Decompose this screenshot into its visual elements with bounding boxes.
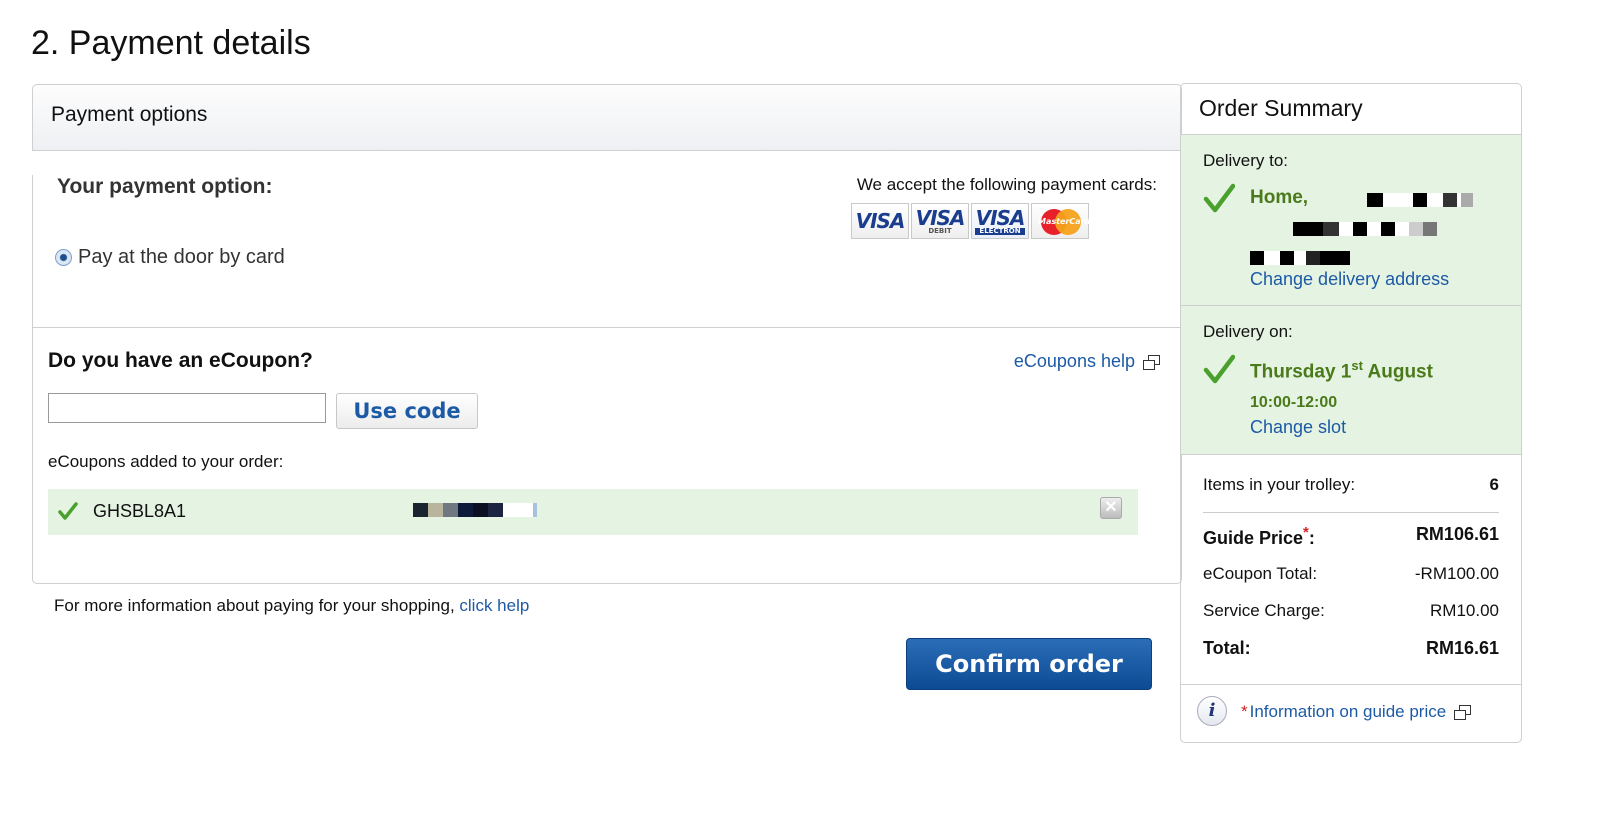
payment-option-section: Your payment option: Pay at the door by … — [33, 175, 1181, 328]
ecoupons-added-label: eCoupons added to your order: — [48, 452, 284, 471]
change-slot-link[interactable]: Change slot — [1250, 417, 1346, 438]
visa-electron-card-logo: VISA ELECTRON — [971, 203, 1029, 239]
delivery-to-label: Delivery to: — [1203, 151, 1289, 170]
divider — [1203, 512, 1499, 513]
applied-ecoupon-row: GHSBL8A1 ✕ — [48, 489, 1138, 535]
visa-card-logo: VISA — [851, 203, 909, 239]
remove-ecoupon-button[interactable]: ✕ — [1100, 497, 1122, 519]
payment-panel: Payment options Your payment option: Pay… — [32, 84, 1182, 584]
info-icon: i — [1197, 696, 1227, 726]
order-summary-panel: Order Summary Delivery to: Home, Change … — [1180, 83, 1522, 743]
confirm-order-button[interactable]: Confirm order — [906, 638, 1152, 690]
ecoupon-total-row: eCoupon Total: -RM100.00 — [1203, 564, 1499, 583]
applied-ecoupon-code: GHSBL8A1 — [93, 501, 187, 521]
pay-at-door-radio[interactable]: Pay at the door by card — [55, 246, 285, 269]
total-row: Total: RM16.61 — [1203, 638, 1499, 658]
items-in-trolley-row: Items in your trolley: 6 — [1203, 475, 1499, 494]
page-title: 2. Payment details — [31, 24, 311, 62]
redacted-coupon-description — [413, 503, 537, 517]
redacted-address-line — [1293, 222, 1437, 236]
guide-price-info-link[interactable]: * Information on guide price — [1241, 702, 1472, 722]
delivery-date: Thursday 1st August — [1250, 358, 1433, 383]
redacted-address-line — [1250, 251, 1350, 265]
delivery-address-box: Delivery to: Home, Change delivery addre… — [1181, 135, 1521, 306]
payment-options-header: Payment options — [33, 85, 1181, 151]
ecoupon-title: Do you have an eCoupon? — [48, 349, 313, 372]
panel-spacer — [32, 151, 1182, 175]
delivery-on-label: Delivery on: — [1203, 322, 1293, 341]
check-icon — [58, 502, 78, 520]
pay-at-door-label: Pay at the door by card — [78, 246, 285, 268]
popup-window-icon — [1454, 705, 1472, 720]
payment-cards-logos: VISA VISA DEBIT VISA ELECTRON MasterCard — [851, 203, 1090, 239]
ecoupons-help-link[interactable]: eCoupons help — [1014, 351, 1160, 372]
order-totals: Items in your trolley: 6 Guide Price*: RM… — [1181, 455, 1521, 685]
ecoupon-code-input[interactable] — [48, 393, 326, 423]
payment-info-line: For more information about paying for yo… — [54, 596, 530, 615]
use-code-button[interactable]: Use code — [336, 393, 478, 429]
redacted-address-line — [1367, 193, 1473, 207]
accepted-cards-text: We accept the following payment cards: — [856, 175, 1157, 194]
payment-option-title: Your payment option: — [57, 175, 273, 198]
radio-selected-icon[interactable] — [55, 249, 72, 266]
change-delivery-address-link[interactable]: Change delivery address — [1250, 269, 1449, 290]
popup-window-icon — [1143, 354, 1160, 370]
click-help-link[interactable]: click help — [459, 596, 529, 615]
delivery-slot-box: Delivery on: Thursday 1st August 10:00-1… — [1181, 306, 1521, 455]
check-icon — [1203, 183, 1235, 213]
mastercard-logo: MasterCard — [1031, 203, 1090, 239]
delivery-address-name: Home, — [1250, 187, 1309, 208]
order-summary-title: Order Summary — [1181, 84, 1521, 135]
service-charge-row: Service Charge: RM10.00 — [1203, 601, 1499, 620]
check-icon — [1203, 354, 1235, 384]
delivery-time-slot: 10:00-12:00 — [1250, 394, 1338, 411]
guide-price-info: i * Information on guide price — [1181, 685, 1521, 742]
visa-debit-card-logo: VISA DEBIT — [911, 203, 969, 239]
guide-price-row: Guide Price*: RM106.61 — [1203, 524, 1499, 548]
